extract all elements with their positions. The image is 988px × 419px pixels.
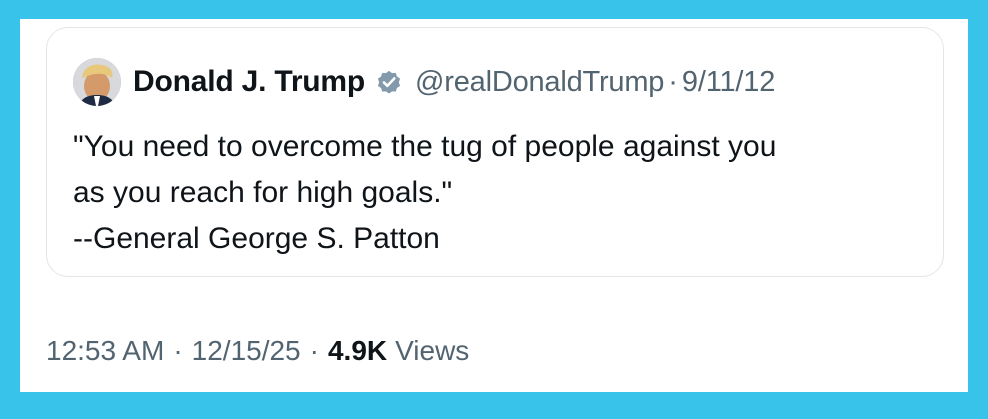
footer-separator: · (173, 335, 183, 366)
header-separator: · (668, 65, 678, 98)
avatar[interactable] (73, 58, 121, 106)
post-time[interactable]: 12:53 AM (46, 335, 164, 367)
quoted-tweet[interactable]: Donald J. Trump @realDonaldTrump · 9/11/… (46, 27, 944, 277)
verified-badge-icon (375, 68, 403, 96)
quote-attribution: --General George S. Patton (73, 222, 440, 255)
quoted-tweet-date[interactable]: 9/11/12 (682, 66, 775, 99)
quoted-tweet-header: Donald J. Trump @realDonaldTrump · 9/11/… (73, 56, 775, 108)
post-date[interactable]: 12/15/25 (192, 335, 301, 367)
author-name[interactable]: Donald J. Trump (133, 65, 365, 99)
views-count[interactable]: 4.9K (328, 335, 387, 367)
avatar-photo-icon (73, 58, 121, 106)
quoted-tweet-text: "You need to overcome the tug of people … (73, 124, 933, 262)
quote-line: "You need to overcome the tug of people … (73, 130, 777, 163)
footer-separator: · (309, 335, 319, 366)
post-card: Donald J. Trump @realDonaldTrump · 9/11/… (20, 19, 968, 392)
quote-line: as you reach for high goals." (73, 176, 453, 209)
views-label: Views (395, 335, 470, 366)
post-metadata: 12:53 AM · 12/15/25 · 4.9K Views (46, 335, 469, 367)
author-handle[interactable]: @realDonaldTrump (415, 66, 664, 99)
